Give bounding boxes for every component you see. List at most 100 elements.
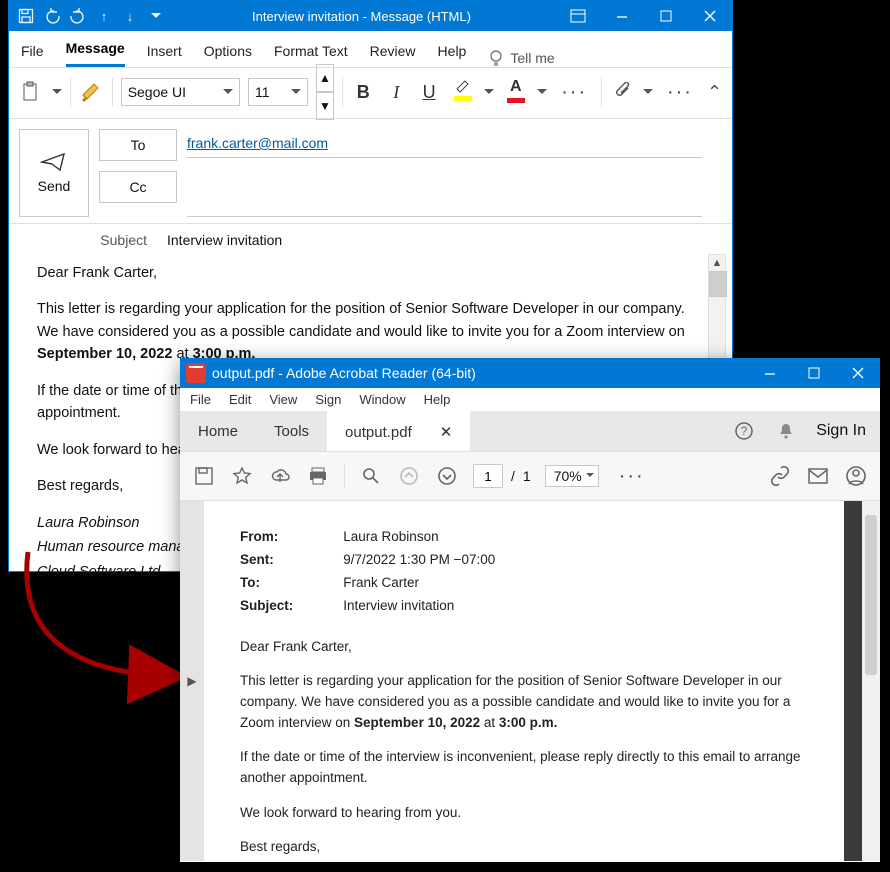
bell-icon[interactable] (774, 419, 798, 443)
scroll-thumb[interactable] (709, 271, 727, 297)
ribbon-collapse-icon[interactable]: ⌃ (707, 82, 722, 103)
subject-field[interactable]: Interview invitation (167, 232, 282, 248)
minimize-button[interactable] (600, 1, 644, 31)
link-share-icon[interactable] (768, 464, 792, 488)
acrobat-menubar: File Edit View Sign Window Help (180, 388, 880, 411)
tab-close-icon[interactable]: ✕ (440, 423, 453, 441)
tell-me-button[interactable]: Tell me (488, 49, 554, 67)
to-field[interactable]: frank.carter@mail.com (187, 129, 702, 158)
font-color-icon: A (510, 78, 522, 96)
quick-access-toolbar: ↑ ↓ (9, 5, 167, 27)
font-select[interactable]: Segoe UI (121, 78, 240, 106)
highlight-button[interactable] (450, 78, 477, 106)
acrobat-close-button[interactable] (836, 358, 880, 388)
meta-subject-value: Interview invitation (343, 596, 495, 617)
acrobat-maximize-button[interactable] (792, 358, 836, 388)
scroll-up-icon[interactable]: ▲ (709, 255, 725, 271)
arrow-illustration (8, 552, 188, 712)
underline-button[interactable]: U (417, 79, 442, 105)
menu-file[interactable]: File (21, 37, 44, 67)
pdf-scroll-thumb[interactable] (865, 515, 877, 675)
svg-text:?: ? (741, 424, 748, 438)
acrobat-tabs: Home Tools output.pdf✕ ? Sign In (180, 411, 880, 451)
send-button[interactable]: Send (19, 129, 89, 217)
ac-menu-window[interactable]: Window (359, 392, 405, 407)
page-nav: / 1 (473, 464, 531, 488)
font-grow-button[interactable]: ▲ (316, 64, 334, 92)
menu-options[interactable]: Options (204, 37, 252, 67)
ac-save-icon[interactable] (192, 464, 216, 488)
paste-dropdown-icon[interactable] (52, 89, 62, 99)
close-button[interactable] (688, 1, 732, 31)
ac-menu-sign[interactable]: Sign (315, 392, 341, 407)
font-size-select[interactable]: 11 (248, 78, 308, 106)
menu-review[interactable]: Review (370, 37, 416, 67)
bulb-icon (488, 49, 504, 67)
ac-menu-view[interactable]: View (269, 392, 297, 407)
page-input[interactable] (473, 464, 503, 488)
maximize-button[interactable] (644, 1, 688, 31)
pdf-greeting: Dear Frank Carter, (240, 637, 808, 658)
italic-button[interactable]: I (384, 79, 409, 105)
bold-button[interactable]: B (351, 79, 376, 105)
tab-home[interactable]: Home (180, 411, 256, 451)
to-button[interactable]: To (99, 129, 177, 161)
redo-icon[interactable] (67, 5, 89, 27)
nav-pane-toggle[interactable]: ▶ (180, 501, 204, 861)
ribbon-more-2[interactable]: ··· (661, 81, 699, 104)
acrobat-minimize-button[interactable] (748, 358, 792, 388)
toolbar-more[interactable]: ··· (613, 465, 651, 488)
cloud-icon[interactable] (268, 464, 292, 488)
paste-icon[interactable] (19, 79, 44, 105)
save-icon[interactable] (15, 5, 37, 27)
font-shrink-button[interactable]: ▼ (316, 92, 334, 120)
highlight-dropdown-icon[interactable] (484, 89, 494, 99)
profile-icon[interactable] (844, 464, 868, 488)
page-down-icon[interactable] (435, 464, 459, 488)
menu-format[interactable]: Format Text (274, 37, 348, 67)
acrobat-title: output.pdf - Adobe Acrobat Reader (64-bi… (212, 365, 748, 381)
print-icon[interactable] (306, 464, 330, 488)
font-color-button[interactable]: A (502, 78, 529, 106)
tab-doc[interactable]: output.pdf✕ (327, 411, 470, 451)
pdf-p2: If the date or time of the interview is … (240, 747, 808, 789)
signin-button[interactable]: Sign In (816, 422, 866, 440)
format-painter-icon[interactable] (79, 79, 104, 105)
menu-message[interactable]: Message (66, 34, 125, 67)
acrobat-toolbar: / 1 70% ··· (180, 451, 880, 501)
send-label: Send (38, 178, 71, 194)
font-color-dropdown-icon[interactable] (537, 89, 547, 99)
help-icon[interactable]: ? (732, 419, 756, 443)
undo-icon[interactable] (41, 5, 63, 27)
subject-label: Subject (97, 232, 147, 248)
attach-icon[interactable] (610, 79, 635, 105)
ac-menu-file[interactable]: File (190, 392, 211, 407)
star-icon[interactable] (230, 464, 254, 488)
pdf-scrollbar[interactable] (862, 501, 880, 861)
ribbon-mode-icon[interactable] (556, 1, 600, 31)
acrobat-content: ▶ From: Sent: To: Subject: Laura Robinso… (180, 501, 880, 861)
ribbon-more-1[interactable]: ··· (555, 81, 593, 104)
tab-tools[interactable]: Tools (256, 411, 327, 451)
menu-help[interactable]: Help (438, 37, 467, 67)
page-up-icon[interactable] (397, 464, 421, 488)
next-icon[interactable]: ↓ (119, 5, 141, 27)
meta-from-label: From: (240, 527, 293, 548)
ac-menu-help[interactable]: Help (424, 392, 451, 407)
menu-insert[interactable]: Insert (147, 37, 182, 67)
zoom-select[interactable]: 70% (545, 465, 599, 487)
window-controls (556, 1, 732, 31)
ac-menu-edit[interactable]: Edit (229, 392, 251, 407)
window-title: Interview invitation - Message (HTML) (167, 9, 556, 24)
previous-icon[interactable]: ↑ (93, 5, 115, 27)
attach-dropdown-icon[interactable] (643, 89, 653, 99)
cc-field[interactable] (187, 188, 702, 217)
mail-icon[interactable] (806, 464, 830, 488)
zoom-icon[interactable] (359, 464, 383, 488)
body-p1: This letter is regarding your applicatio… (37, 298, 704, 365)
outlook-menubar: File Message Insert Options Format Text … (9, 31, 732, 68)
font-name: Segoe UI (128, 84, 186, 100)
qat-dropdown-icon[interactable] (145, 5, 167, 27)
cc-button[interactable]: Cc (99, 171, 177, 203)
pdf-page[interactable]: From: Sent: To: Subject: Laura Robinson … (204, 501, 844, 861)
